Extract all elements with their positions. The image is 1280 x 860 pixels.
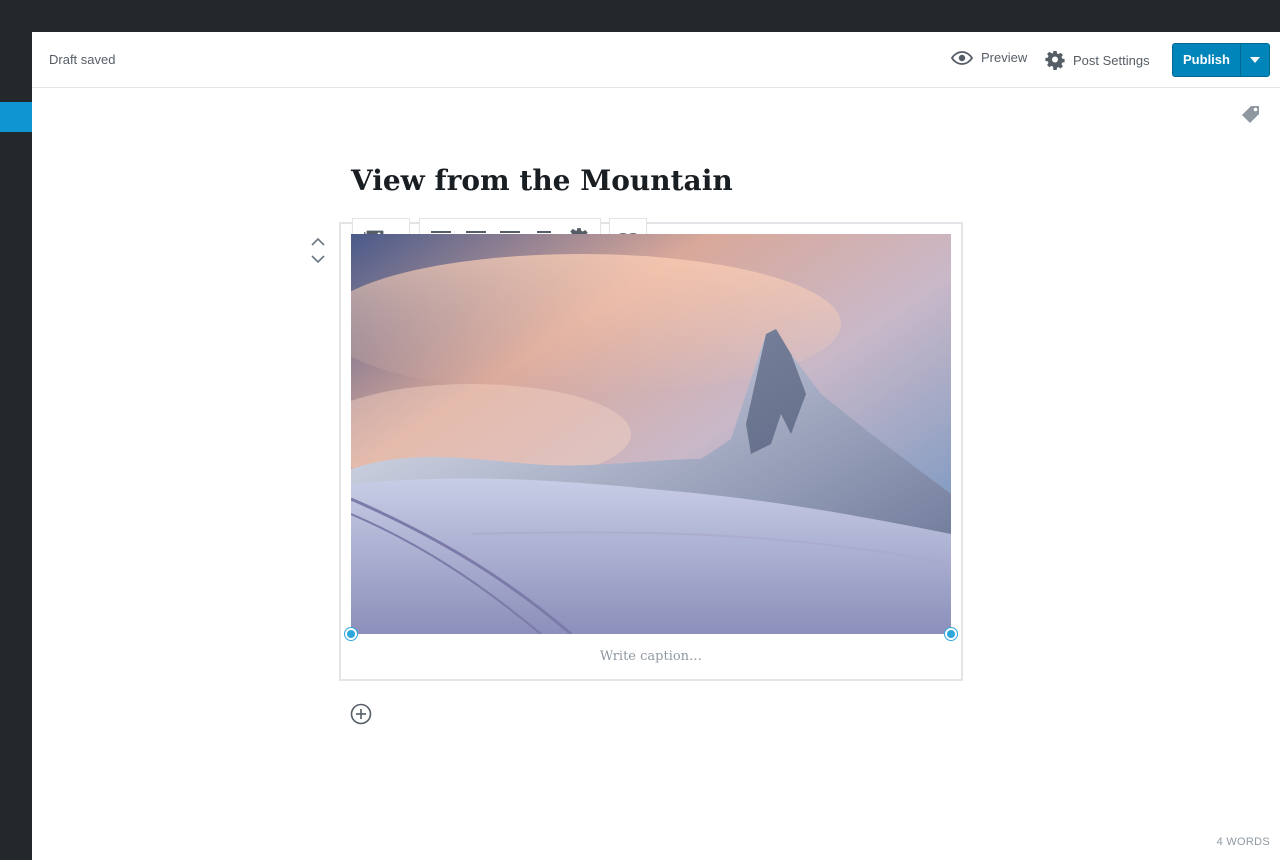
- publish-button-group: Publish: [1172, 43, 1270, 77]
- word-count: 4 WORDS: [1216, 836, 1270, 848]
- block-mover: [308, 232, 328, 268]
- publish-options-toggle[interactable]: [1241, 44, 1269, 76]
- move-up-button[interactable]: [308, 232, 328, 250]
- plus-circle-icon: [350, 703, 372, 725]
- eye-icon: [951, 50, 973, 65]
- publish-button[interactable]: Publish: [1173, 44, 1241, 76]
- admin-sidebar: [0, 32, 32, 860]
- chevron-up-icon: [311, 237, 325, 246]
- mountain-image[interactable]: [351, 234, 951, 634]
- post-settings-button[interactable]: Post Settings: [1045, 50, 1150, 70]
- sidebar-active-item[interactable]: [0, 102, 32, 132]
- caret-down-icon: [1250, 57, 1260, 63]
- editor-header: Draft saved Preview Post Settings Publis…: [32, 32, 1280, 88]
- mountain-photo: [351, 234, 951, 634]
- move-down-button[interactable]: [308, 250, 328, 268]
- preview-button[interactable]: Preview: [951, 50, 1027, 65]
- add-block-button[interactable]: [350, 703, 372, 730]
- resize-handle-left[interactable]: [345, 628, 357, 640]
- post-settings-label: Post Settings: [1073, 52, 1150, 68]
- tag-icon[interactable]: [1240, 104, 1262, 131]
- resize-handle-right[interactable]: [945, 628, 957, 640]
- draft-status: Draft saved: [49, 52, 116, 67]
- preview-label: Preview: [981, 50, 1028, 65]
- admin-top-bar: [0, 0, 1280, 32]
- image-caption-field[interactable]: Write caption…: [351, 649, 951, 664]
- gear-icon: [1045, 51, 1065, 70]
- chevron-down-icon: [311, 254, 325, 263]
- post-title[interactable]: View from the Mountain: [351, 164, 733, 197]
- editor-area: Draft saved Preview Post Settings Publis…: [32, 32, 1280, 860]
